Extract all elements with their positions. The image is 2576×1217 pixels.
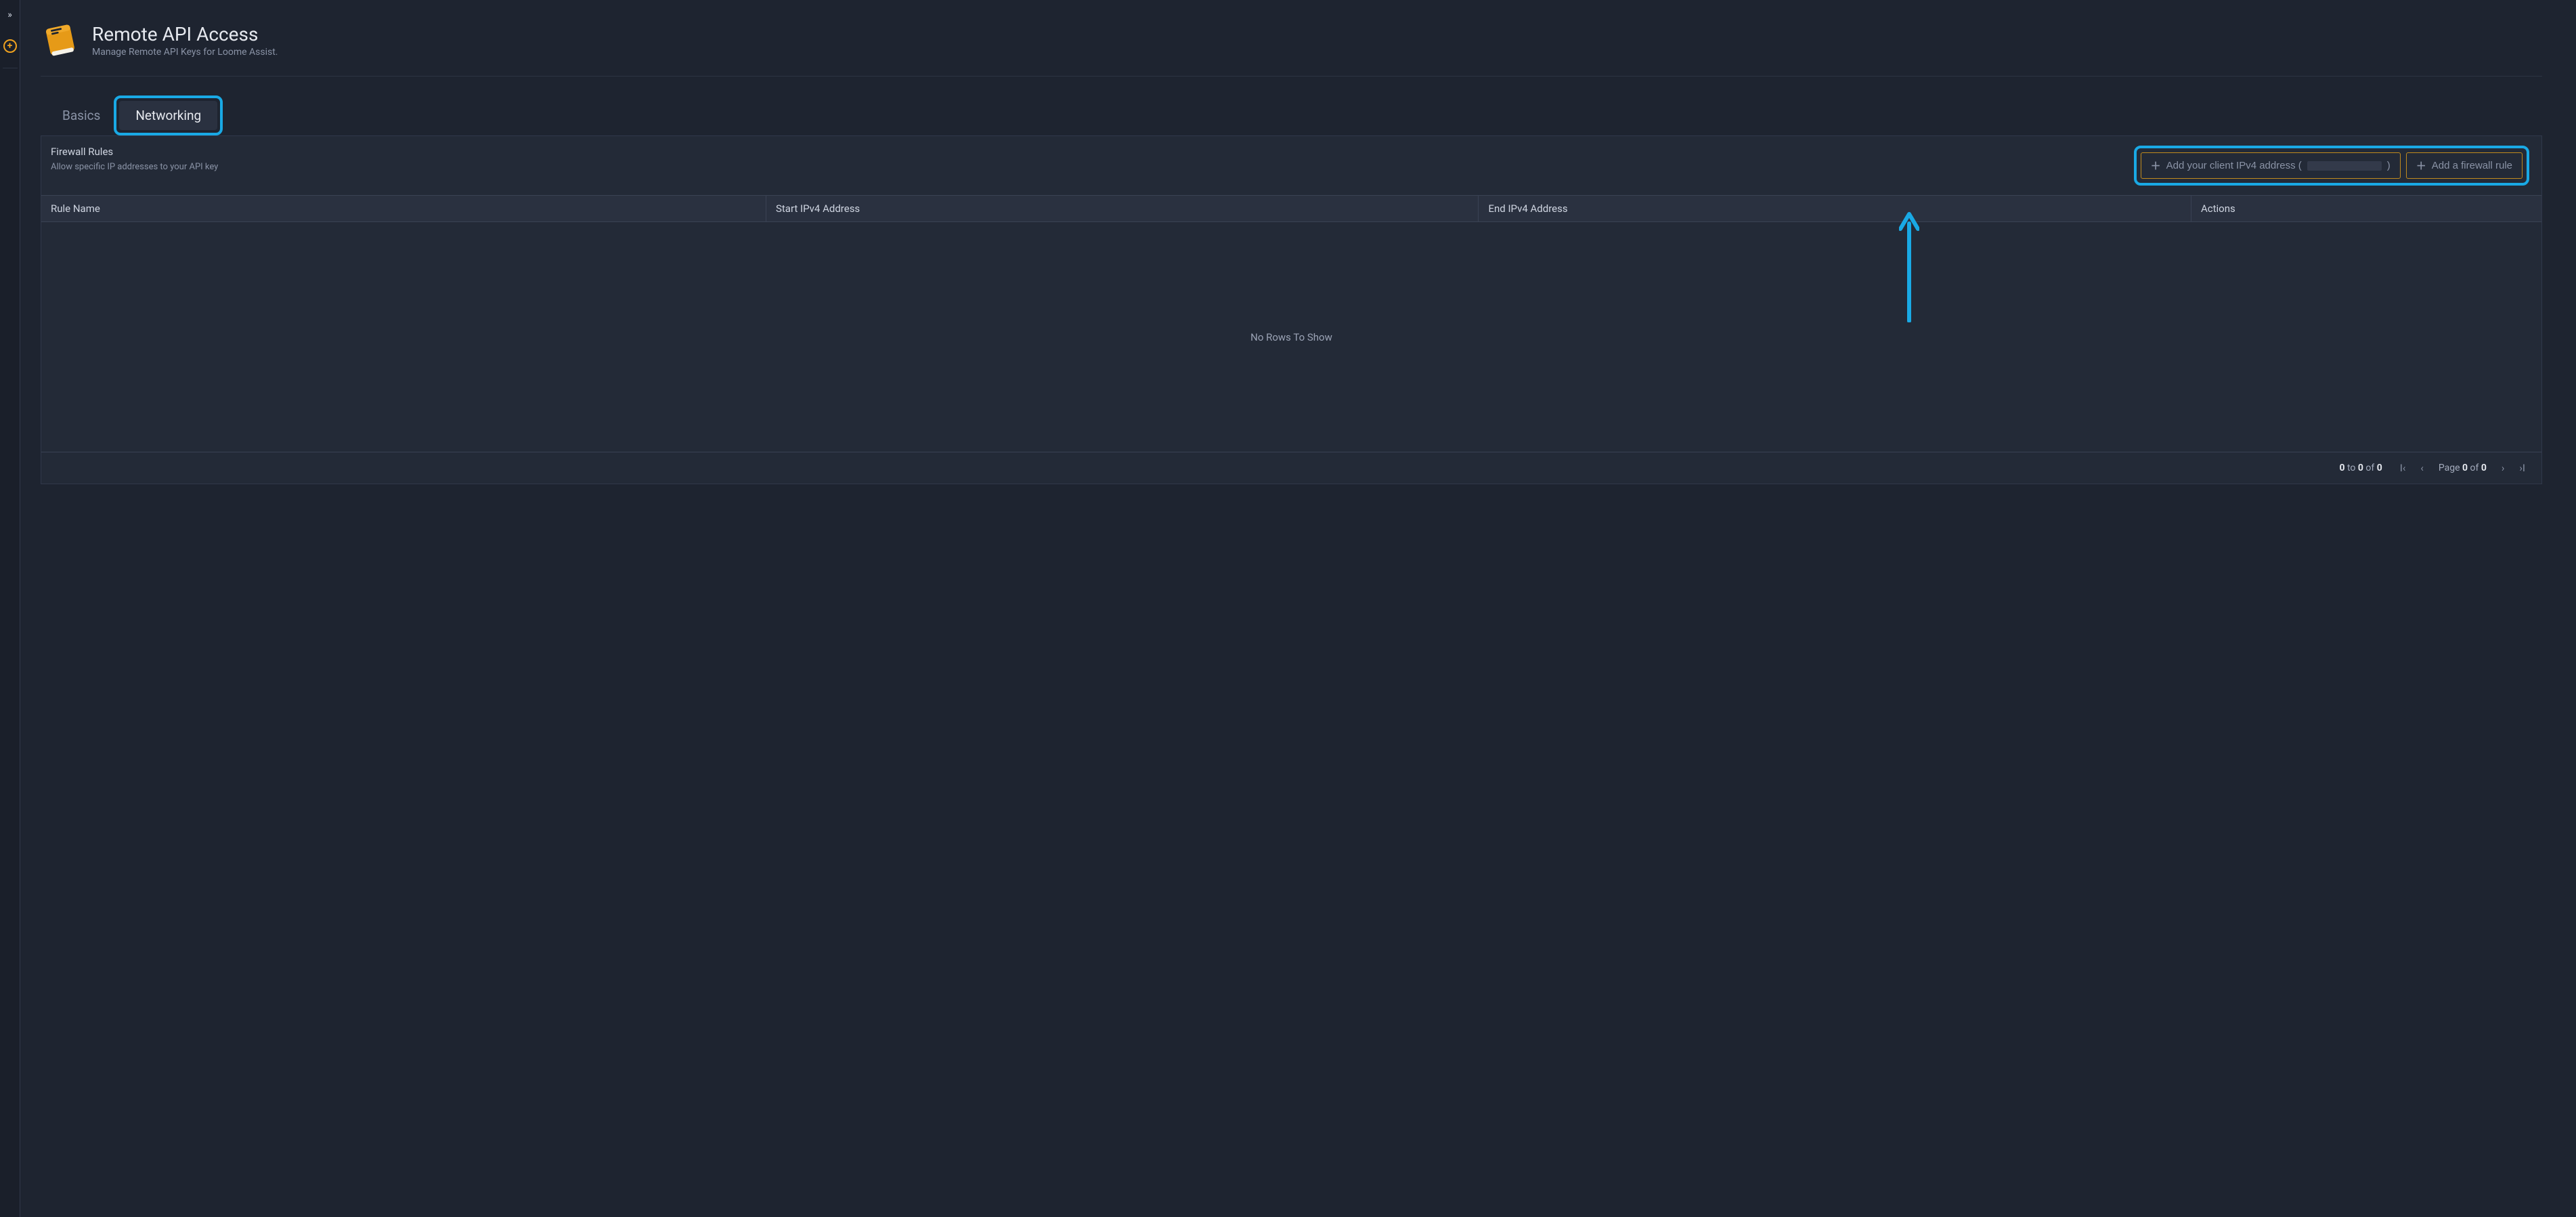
first-page-button[interactable]: I‹ [2400, 462, 2406, 474]
tab-networking-highlight: Networking [114, 95, 223, 135]
column-header-actions: Actions [2191, 196, 2541, 221]
annotation-arrow-icon [1899, 207, 1919, 322]
add-firewall-rule-label: Add a firewall rule [2432, 160, 2512, 171]
rows-of-word: of [2363, 463, 2377, 473]
firewall-panel-header: Firewall Rules Allow specific IP address… [41, 136, 2541, 195]
add-firewall-rule-button[interactable]: ＋ Add a firewall rule [2406, 152, 2523, 179]
plus-icon: ＋ [2151, 158, 2161, 173]
tab-row: Basics Networking [49, 95, 2542, 135]
main-content: Remote API Access Manage Remote API Keys… [20, 0, 2576, 1217]
page-title: Remote API Access [92, 23, 278, 45]
page-total: 0 [2481, 463, 2487, 473]
tab-networking[interactable]: Networking [119, 101, 217, 130]
rows-to-word: to [2344, 463, 2357, 473]
client-ip-redacted [2307, 161, 2382, 171]
firewall-title: Firewall Rules [51, 146, 218, 158]
page-current: 0 [2462, 463, 2468, 473]
rows-to: 0 [2358, 463, 2363, 473]
prev-page-button[interactable]: ‹ [2420, 462, 2424, 474]
add-button[interactable]: + [3, 39, 17, 53]
column-header-start-ip[interactable]: Start IPv4 Address [766, 196, 1479, 221]
firewall-panel: Firewall Rules Allow specific IP address… [41, 135, 2542, 484]
table-footer: 0 to 0 of 0 I‹ ‹ Page 0 of 0 › ›I [41, 452, 2541, 484]
left-rail: » + [0, 0, 20, 1217]
row-summary: 0 to 0 of 0 [2339, 463, 2382, 473]
plus-icon: ＋ [2416, 158, 2426, 173]
expand-rail-icon[interactable]: » [7, 9, 12, 20]
firewall-table: Rule Name Start IPv4 Address End IPv4 Ad… [41, 195, 2541, 484]
column-header-rule-name[interactable]: Rule Name [41, 196, 766, 221]
pager: I‹ ‹ Page 0 of 0 › ›I [2400, 462, 2525, 474]
firewall-buttons-highlight: ＋ Add your client IPv4 address ( ) ＋ Add… [2134, 146, 2529, 186]
tab-basics[interactable]: Basics [49, 95, 114, 135]
page-header: Remote API Access Manage Remote API Keys… [41, 20, 2542, 77]
column-header-end-ip[interactable]: End IPv4 Address [1479, 196, 2191, 221]
page-indicator: Page 0 of 0 [2439, 463, 2487, 473]
last-page-button[interactable]: ›I [2519, 462, 2525, 474]
add-client-ip-label-suffix: ) [2387, 160, 2391, 171]
page-of-word: of [2468, 463, 2481, 473]
plus-icon: + [7, 41, 13, 51]
rows-total: 0 [2377, 463, 2382, 473]
table-body: No Rows To Show [41, 222, 2541, 452]
next-page-button[interactable]: › [2502, 462, 2505, 474]
add-client-ip-button[interactable]: ＋ Add your client IPv4 address ( ) [2141, 152, 2401, 179]
empty-state-text: No Rows To Show [1250, 331, 1332, 343]
add-client-ip-label-prefix: Add your client IPv4 address ( [2166, 160, 2302, 171]
page-word: Page [2439, 463, 2462, 473]
table-header-row: Rule Name Start IPv4 Address End IPv4 Ad… [41, 196, 2541, 222]
book-icon [41, 20, 80, 60]
page-subtitle: Manage Remote API Keys for Loome Assist. [92, 47, 278, 58]
firewall-description: Allow specific IP addresses to your API … [51, 162, 218, 172]
